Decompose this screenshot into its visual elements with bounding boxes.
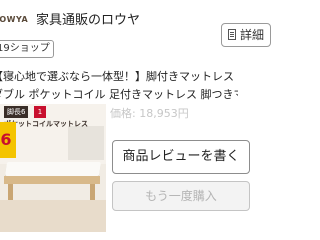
thumbnail-subtitle: ポケットコイルマットレス: [4, 120, 88, 128]
thumbnail-floor: [0, 200, 106, 232]
product-thumbnail[interactable]: 脚長6 1 ポケットコイルマットレス 6: [0, 104, 106, 232]
store-logo[interactable]: LOWYA: [0, 13, 28, 27]
store-header: LOWYA 家具通販のロウヤ: [0, 0, 240, 40]
thumbnail-promo-badge: 6: [0, 122, 16, 158]
thumbnail-window: [68, 126, 104, 160]
thumbnail-badge: 1: [34, 106, 46, 118]
thumbnail-bed-leg: [8, 184, 13, 200]
product-title-line: ダブル ポケットコイル 足付きマットレス 脚つきマットレス・・・: [0, 88, 238, 101]
shop-tag[interactable]: 19ショップ: [0, 40, 54, 58]
document-icon: [228, 29, 236, 40]
write-review-button[interactable]: 商品レビューを書く: [112, 140, 250, 174]
detail-button-label: 詳細: [240, 28, 265, 42]
thumbnail-bed-frame: [4, 176, 100, 184]
buy-again-button[interactable]: もう一度購入: [112, 181, 250, 211]
price-text: 価格: 18,953円: [110, 107, 189, 120]
store-name-link[interactable]: 家具通販のロウヤ: [36, 9, 140, 28]
thumbnail-bed-leg: [90, 184, 95, 200]
product-title-line: 【寝心地で選ぶなら一体型！】脚付きマットレス ベッド セミ: [0, 70, 238, 83]
thumbnail-mattress: [5, 162, 101, 176]
detail-button[interactable]: 詳細: [221, 23, 271, 47]
thumbnail-banner: 脚長6: [4, 106, 29, 118]
product-title[interactable]: 【寝心地で選ぶなら一体型！】脚付きマットレス ベッド セミ ダブル ポケットコイ…: [0, 68, 238, 104]
